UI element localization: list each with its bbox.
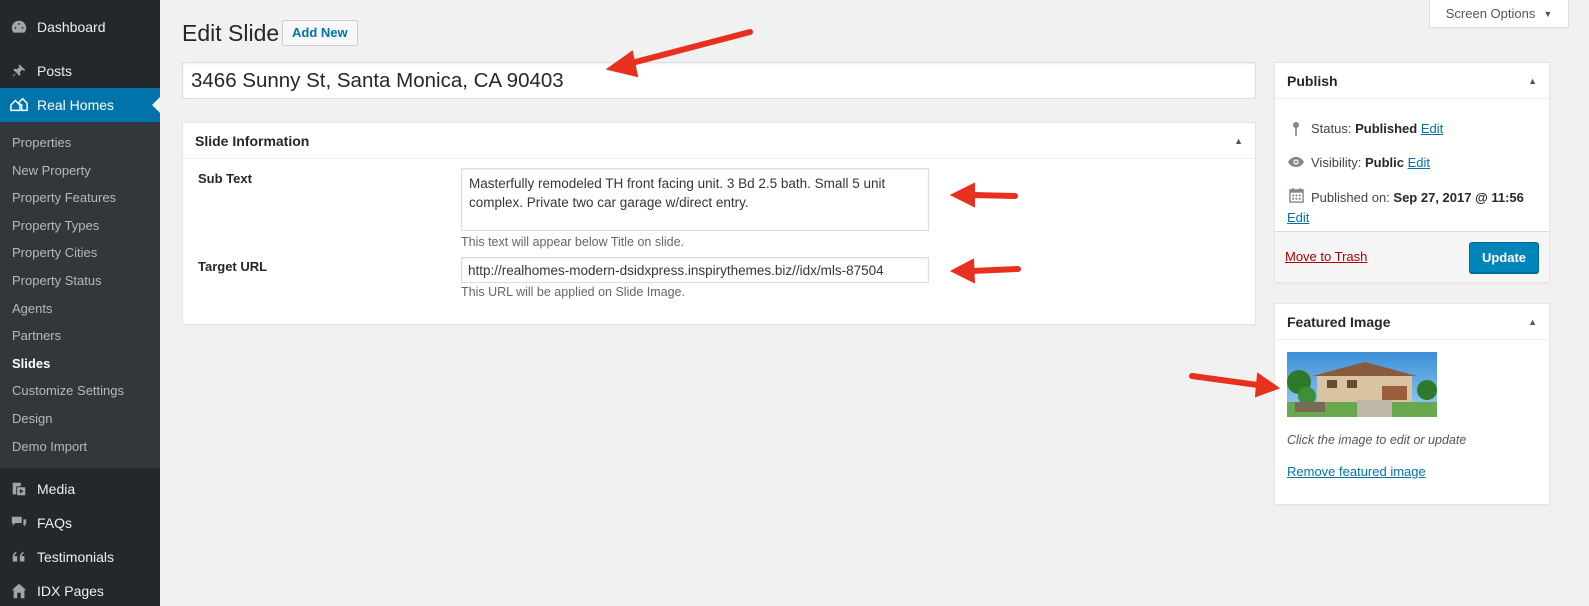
publish-header[interactable]: Publish ▲ xyxy=(1275,63,1549,99)
published-on-row: Published on: Sep 27, 2017 @ 11:56 Edit xyxy=(1287,188,1543,227)
edit-status-link[interactable]: Edit xyxy=(1421,121,1443,136)
submenu-partners[interactable]: Partners xyxy=(0,322,160,350)
menu-dashboard[interactable]: Dashboard xyxy=(0,10,160,44)
menu-posts-label: Posts xyxy=(37,63,73,79)
chat-icon xyxy=(9,513,29,533)
published-on-label: Published on: xyxy=(1311,190,1390,205)
submenu-slides[interactable]: Slides xyxy=(0,350,160,378)
target-url-description: This URL will be applied on Slide Image. xyxy=(461,285,685,299)
menu-idx-pages[interactable]: IDX Pages xyxy=(0,574,160,606)
slide-information-header[interactable]: Slide Information ▲ xyxy=(183,123,1255,159)
submenu-properties[interactable]: Properties xyxy=(0,129,160,157)
slide-information-box: Slide Information ▲ Sub Text Masterfully… xyxy=(182,122,1256,325)
eye-icon xyxy=(1287,155,1305,172)
featured-image-box: Featured Image ▲ Click the image to edit… xyxy=(1274,303,1550,505)
houses-icon xyxy=(9,95,29,115)
move-to-trash-link[interactable]: Move to Trash xyxy=(1285,249,1367,264)
menu-media-label: Media xyxy=(37,481,76,498)
status-row: Status: Published Edit xyxy=(1287,121,1443,140)
menu-faqs[interactable]: FAQs xyxy=(0,506,160,540)
sub-text-label: Sub Text xyxy=(198,171,252,186)
menu-dashboard-label: Dashboard xyxy=(37,19,106,35)
pin-icon xyxy=(9,61,29,81)
status-label: Status: xyxy=(1311,121,1352,136)
update-button[interactable]: Update xyxy=(1469,242,1539,273)
publish-box: Publish ▲ Status: Published Edit Visibil… xyxy=(1274,62,1550,283)
dashboard-icon xyxy=(9,17,29,37)
menu-idx-pages-label: IDX Pages xyxy=(37,583,104,600)
edit-date-link[interactable]: Edit xyxy=(1287,208,1543,227)
home-icon xyxy=(9,581,29,601)
sub-text-textarea[interactable]: Masterfully remodeled TH front facing un… xyxy=(461,168,929,231)
collapse-toggle-icon[interactable]: ▲ xyxy=(1528,317,1537,327)
published-on-value: Sep 27, 2017 @ 11:56 xyxy=(1393,190,1524,205)
featured-image-title: Featured Image xyxy=(1287,313,1391,330)
calendar-icon xyxy=(1287,188,1305,208)
submenu-agents[interactable]: Agents xyxy=(0,295,160,323)
screen-options-button[interactable]: Screen Options ▼ xyxy=(1429,0,1569,28)
menu-media[interactable]: Media xyxy=(0,472,160,506)
submenu-new-property[interactable]: New Property xyxy=(0,157,160,185)
sub-text-description: This text will appear below Title on sli… xyxy=(461,235,685,249)
visibility-value: Public xyxy=(1364,155,1404,170)
menu-real-homes-label: Real Homes xyxy=(37,97,115,113)
submenu-design[interactable]: Design xyxy=(0,405,160,433)
add-new-button[interactable]: Add New xyxy=(282,20,358,46)
page-title: Edit Slide xyxy=(182,20,280,46)
submenu-property-types[interactable]: Property Types xyxy=(0,212,160,240)
menu-testimonials[interactable]: Testimonials xyxy=(0,540,160,574)
screen-options-label: Screen Options xyxy=(1445,6,1536,21)
menu-posts[interactable]: Posts xyxy=(0,54,160,88)
submenu-demo-import[interactable]: Demo Import xyxy=(0,433,160,461)
admin-sidebar: Dashboard Posts Real Homes Properties Ne… xyxy=(0,0,160,606)
menu-faqs-label: FAQs xyxy=(37,515,73,532)
collapse-toggle-icon[interactable]: ▲ xyxy=(1234,136,1243,146)
visibility-row: Visibility: Public Edit xyxy=(1287,155,1430,172)
status-value: Published xyxy=(1355,121,1418,136)
media-icon xyxy=(9,479,29,499)
submenu-customize-settings[interactable]: Customize Settings xyxy=(0,377,160,405)
edit-visibility-link[interactable]: Edit xyxy=(1408,155,1430,170)
remove-featured-image-link[interactable]: Remove featured image xyxy=(1287,464,1426,479)
collapse-toggle-icon[interactable]: ▲ xyxy=(1528,76,1537,86)
target-url-label: Target URL xyxy=(198,259,268,274)
quote-icon xyxy=(9,547,29,567)
featured-image-header[interactable]: Featured Image ▲ xyxy=(1275,304,1549,340)
submenu-property-cities[interactable]: Property Cities xyxy=(0,239,160,267)
target-url-input[interactable] xyxy=(461,257,929,283)
menu-testimonials-label: Testimonials xyxy=(37,549,115,566)
post-title-input[interactable] xyxy=(182,62,1256,99)
publish-actions: Move to Trash Update xyxy=(1275,231,1549,282)
submenu-property-status[interactable]: Property Status xyxy=(0,267,160,295)
visibility-label: Visibility: xyxy=(1311,155,1362,170)
pin-status-icon xyxy=(1287,121,1305,140)
submenu-property-features[interactable]: Property Features xyxy=(0,184,160,212)
featured-image-hint: Click the image to edit or update xyxy=(1287,433,1467,447)
real-homes-submenu: Properties New Property Property Feature… xyxy=(0,122,160,469)
menu-real-homes[interactable]: Real Homes xyxy=(0,88,160,122)
publish-title: Publish xyxy=(1287,72,1338,89)
featured-image-thumbnail[interactable] xyxy=(1287,352,1437,417)
caret-down-icon: ▼ xyxy=(1543,8,1553,19)
slide-information-title: Slide Information xyxy=(195,132,310,149)
main-content: Screen Options ▼ Edit Slide Add New Slid… xyxy=(160,0,1589,606)
